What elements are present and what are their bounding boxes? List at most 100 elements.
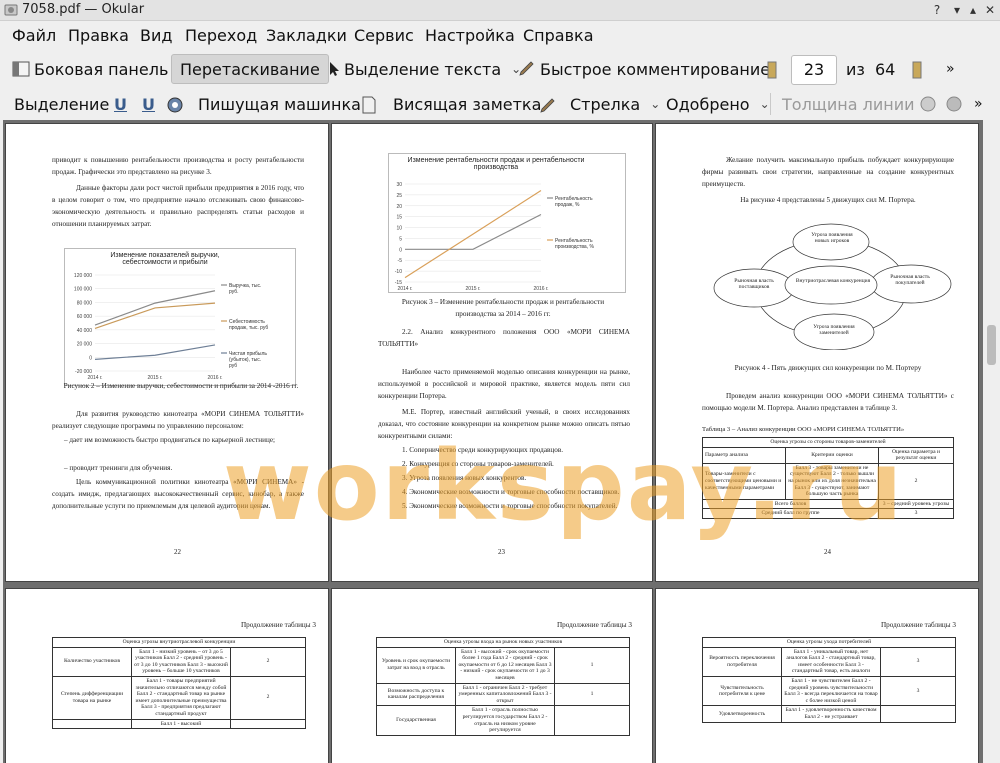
x-tick-label: 2016 г. (533, 286, 548, 292)
p25-r1-criteria: Балл 1 - низкий уровень – от 3 до 5 учас… (131, 646, 231, 677)
color-palette-icon[interactable] (920, 96, 936, 112)
p23-heading: 2.2. Анализ конкурентного положения ООО … (378, 328, 630, 348)
p24-text-3: Проведем анализ конкуренции ООО «МОРИ СИ… (702, 392, 954, 412)
line-width-control[interactable]: Толщина линии (782, 90, 915, 118)
p26-r2-score: 1 (554, 682, 630, 707)
page-25: Продолжение таблицы 3 Оценка угрозы внут… (5, 588, 329, 763)
menu-edit[interactable]: Правка (68, 26, 129, 45)
close-button[interactable]: ✕ (983, 3, 997, 17)
quick-comment-button[interactable]: Быстрое комментирование (518, 55, 770, 83)
p26-table-head: Оценка угрозы входа на рынок новых участ… (376, 637, 630, 648)
p25-r2-score: 2 (230, 675, 306, 720)
y-tick-label: 20 (396, 204, 402, 210)
note-icon[interactable] (362, 96, 376, 114)
text-selection-button[interactable]: Выделение текста ⌄ (328, 55, 521, 83)
p27-r2-param: Чувствительность потребителя к цене (702, 675, 782, 707)
annotation-toolbar: Выделение U U Пишущая машинка Висящая за… (0, 88, 1000, 120)
arrow-pen-icon[interactable] (539, 96, 557, 114)
table-3-part-4: Оценка угрозы ухода потребителей Вероятн… (702, 637, 956, 723)
menu-bar: Файл Правка Вид Переход Закладки Сервис … (0, 21, 1000, 51)
menu-help[interactable]: Справка (523, 26, 594, 45)
series-line (404, 190, 542, 279)
sidebar-icon (12, 61, 30, 77)
menu-file[interactable]: Файл (12, 26, 56, 45)
legend-label: продаж, % (555, 202, 580, 208)
approved-chevron-down-icon[interactable]: ⌄ (760, 97, 770, 111)
chart-profitability: Изменение рентабельности продаж и рентаб… (388, 153, 626, 293)
diagram-substitutes: Угроза появления заменителей (813, 324, 855, 336)
maximize-button[interactable]: ▴ (966, 3, 980, 17)
opacity-icon[interactable] (946, 96, 962, 112)
p24-text-2: На рисунке 4 представлены 5 движущих сил… (740, 196, 916, 204)
p26-r1-param: Уровень и срок окупаемости затрат на вхо… (376, 646, 456, 684)
document-viewport[interactable]: приводит к повышению рентабельности прои… (3, 120, 983, 763)
p26-r2-criteria: Балл 1 - ограничен Балл 2 - требует умер… (455, 682, 555, 707)
p26-r2-param: Возможность доступа к каналам распределе… (376, 682, 456, 707)
series-line (405, 213, 542, 250)
y-tick-label: 80 000 (77, 300, 93, 306)
toolbar-separator (770, 93, 771, 115)
underline-icon[interactable]: U (114, 90, 127, 118)
chart-revenue: Изменение показателей выручки, себестоим… (64, 248, 296, 386)
table-3-part-3: Оценка угрозы входа на рынок новых участ… (376, 637, 630, 736)
browse-drag-button[interactable]: Перетаскивание (171, 54, 329, 84)
page-total-label: 64 (875, 59, 896, 79)
page-up-icon[interactable] (766, 61, 778, 79)
selection-tool-button[interactable]: Выделение (14, 90, 109, 118)
typewriter-button[interactable]: Пишущая машинка (198, 90, 361, 118)
squiggle-icon[interactable]: U (142, 90, 155, 118)
sticky-note-label: Висящая заметка (393, 94, 542, 114)
drag-label: Перетаскивание (180, 59, 320, 79)
page-number-24: 24 (824, 548, 831, 556)
p27-r1-score: 3 (880, 646, 956, 677)
page-26: Продолжение таблицы 3 Оценка угрозы вход… (331, 588, 653, 763)
scrollbar-thumb[interactable] (987, 325, 996, 365)
menu-settings[interactable]: Настройка (425, 26, 515, 45)
p24-caption: Рисунок 4 - Пять движущих сил конкуренци… (734, 364, 922, 372)
sticky-note-button[interactable]: Висящая заметка (393, 90, 541, 118)
help-window-icon[interactable]: ? (930, 3, 944, 17)
menu-bookmarks[interactable]: Закладки (266, 26, 347, 45)
chart2-plot: 302520151050-5-10-152014 г. 2015 г. 2016 г… (395, 182, 595, 292)
stamp-icon[interactable] (166, 96, 184, 114)
y-tick-label: 40 000 (77, 328, 93, 334)
page-number-22: 22 (174, 548, 181, 556)
approved-stamp-button[interactable]: Одобрено ⌄ (666, 90, 770, 118)
line-width-label: Толщина линии (782, 94, 915, 114)
arrow-chevron-down-icon[interactable]: ⌄ (650, 97, 660, 111)
menu-view[interactable]: Вид (140, 26, 172, 45)
minimize-button[interactable]: ▾ (950, 3, 964, 17)
approved-label: Одобрено (666, 94, 750, 114)
menu-go[interactable]: Переход (185, 26, 257, 45)
legend-label: производства, % (555, 244, 594, 250)
p27-r3-score (880, 705, 956, 723)
p25-r3-score (230, 718, 306, 730)
x-tick-label: 2014 г. (397, 286, 412, 292)
vertical-scrollbar[interactable] (984, 120, 1000, 763)
y-tick-label: 15 (396, 215, 402, 221)
p23-text-2: Наиболее часто применяемой моделью описа… (378, 368, 630, 400)
p25-r3-criteria: Балл 1 - высокий (131, 718, 231, 730)
p24-text-1: Желание получить максимальную прибыль по… (702, 156, 954, 188)
p27-r1-criteria: Балл 1 - уникальный товар, нет аналогов … (781, 646, 881, 677)
sidebar-toggle-button[interactable]: Боковая панель (12, 55, 168, 83)
page-down-icon[interactable] (911, 61, 923, 79)
page-number-input[interactable]: 23 (791, 55, 837, 85)
pen-icon (519, 61, 534, 76)
title-bar: 7058.pdf — Okular ? ▾ ▴ ✕ (0, 0, 1000, 21)
y-tick-label: 5 (399, 236, 402, 242)
y-tick-label: 0 (89, 355, 92, 361)
y-tick-label: 60 000 (77, 314, 93, 320)
p27-r1-param: Вероятность переключения потребителя (702, 646, 782, 677)
legend-label: руб (229, 363, 237, 369)
menu-tools[interactable]: Сервис (354, 26, 414, 45)
p27-r3-criteria: Балл 1 - удовлетворенность качеством Бал… (781, 705, 881, 723)
page-27: Продолжение таблицы 3 Оценка угрозы уход… (655, 588, 979, 763)
arrow-tool-button[interactable]: Стрелка ⌄ (570, 90, 660, 118)
more-annotations-icon[interactable]: » (974, 90, 983, 118)
p26-r3-param: Государственная (376, 705, 456, 736)
more-tools-icon[interactable]: » (946, 55, 955, 83)
p23-caption: Рисунок 3 – Изменение рентабельности про… (401, 298, 605, 318)
legend-label: руб. (229, 289, 239, 295)
p26-continuation: Продолжение таблицы 3 (556, 621, 632, 629)
